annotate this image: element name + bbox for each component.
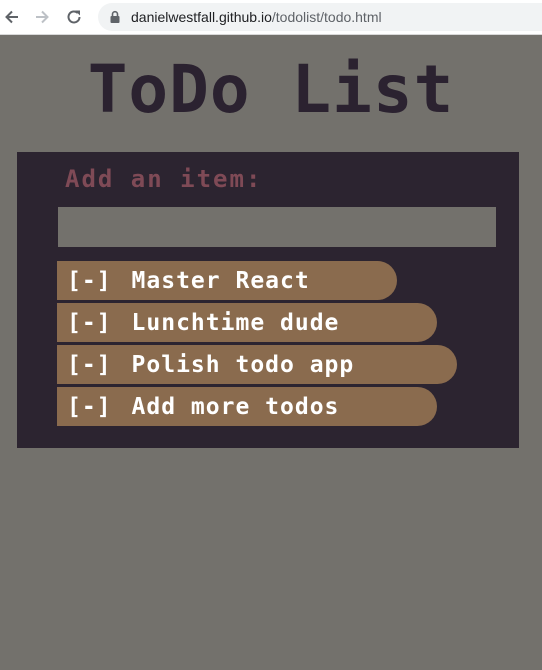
- remove-todo-button[interactable]: [-]: [67, 310, 112, 336]
- url-domain: danielwestfall.github.io: [131, 9, 272, 25]
- url-text: danielwestfall.github.io/todolist/todo.h…: [131, 9, 382, 25]
- page-content: ToDo List Add an item: [-] Master React …: [0, 35, 542, 670]
- remove-todo-button[interactable]: [-]: [67, 352, 112, 378]
- todo-item[interactable]: [-] Master React: [57, 261, 397, 300]
- arrow-left-icon: [5, 10, 18, 24]
- url-path: /todolist/todo.html: [271, 9, 382, 25]
- lock-icon: [110, 10, 120, 23]
- todo-item[interactable]: [-] Polish todo app: [57, 345, 457, 384]
- page-title: ToDo List: [87, 51, 455, 128]
- todo-item[interactable]: [-] Lunchtime dude: [57, 303, 437, 342]
- add-item-input[interactable]: [58, 207, 496, 247]
- address-bar[interactable]: danielwestfall.github.io/todolist/todo.h…: [98, 3, 542, 31]
- back-button[interactable]: [0, 5, 24, 29]
- reload-button[interactable]: [62, 5, 86, 29]
- todo-text: Add more todos: [131, 393, 340, 420]
- browser-toolbar: danielwestfall.github.io/todolist/todo.h…: [0, 0, 542, 35]
- todo-text: Lunchtime dude: [131, 309, 340, 336]
- todo-text: Polish todo app: [131, 351, 355, 378]
- todo-text: Master React: [131, 267, 310, 294]
- reload-icon: [67, 10, 81, 24]
- remove-todo-button[interactable]: [-]: [67, 268, 112, 294]
- remove-todo-button[interactable]: [-]: [67, 394, 112, 420]
- arrow-right-icon: [36, 10, 49, 24]
- forward-button[interactable]: [30, 5, 54, 29]
- todo-list: [-] Master React [-] Lunchtime dude [-] …: [57, 261, 457, 429]
- add-item-label: Add an item:: [65, 165, 263, 193]
- todo-panel: Add an item: [-] Master React [-] Luncht…: [17, 152, 519, 448]
- todo-item[interactable]: [-] Add more todos: [57, 387, 437, 426]
